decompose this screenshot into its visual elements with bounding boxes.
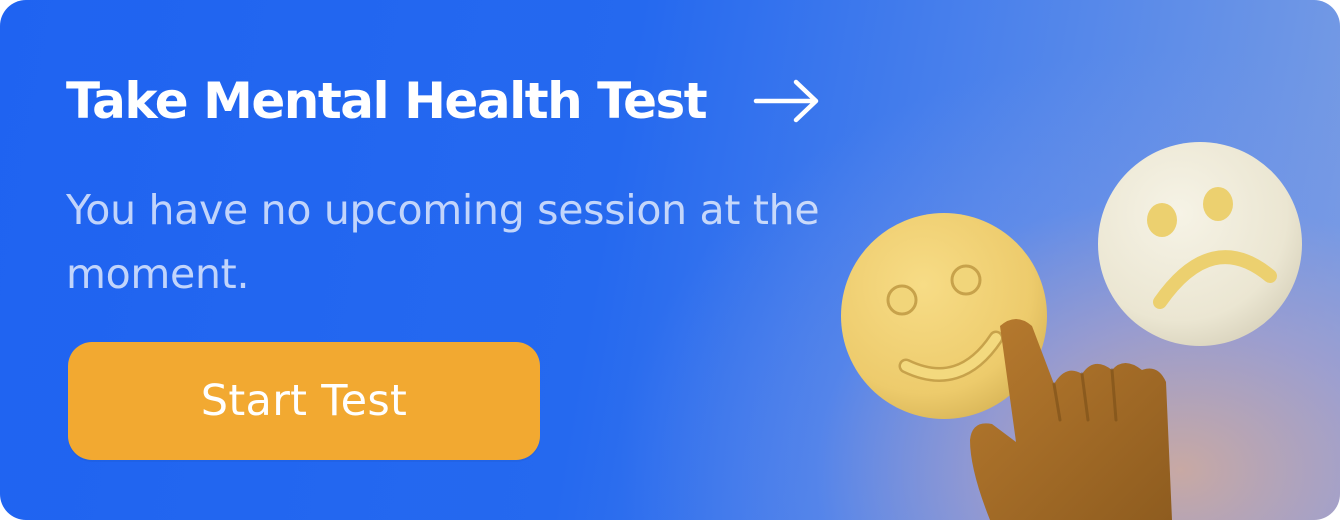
arrow-right-icon[interactable] bbox=[752, 78, 822, 124]
banner-subtitle: You have no upcoming session at the mome… bbox=[66, 186, 820, 298]
mental-health-test-banner[interactable]: Take Mental Health Test You have no upco… bbox=[0, 0, 1340, 520]
banner-title[interactable]: Take Mental Health Test bbox=[66, 72, 708, 130]
emoji-feedback-illustration bbox=[841, 142, 1302, 520]
start-test-button[interactable]: Start Test bbox=[68, 342, 540, 460]
title-row[interactable]: Take Mental Health Test bbox=[66, 72, 822, 130]
sad-face-token bbox=[1098, 142, 1302, 346]
